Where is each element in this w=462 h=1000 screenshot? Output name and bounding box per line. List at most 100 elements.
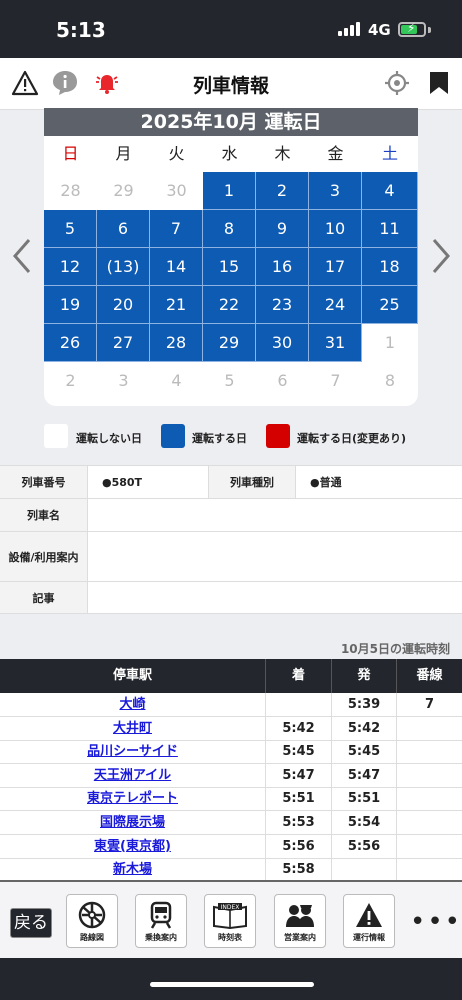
service-info-button[interactable]: 営業案内 [274, 894, 326, 948]
more-menu-icon[interactable]: ••• [410, 909, 462, 935]
calendar-day-running[interactable]: 16 [256, 248, 309, 286]
calendar-day-inactive: 8 [384, 371, 396, 390]
calendar-day-running[interactable]: 25 [362, 286, 418, 324]
arrive-time: 5:47 [266, 763, 332, 788]
station-link[interactable]: 大井町 [0, 716, 266, 741]
track-number [397, 835, 462, 859]
arrive-time: 5:45 [266, 740, 332, 765]
calendar-day-running[interactable]: 31 [309, 324, 362, 362]
prev-month-arrow-icon[interactable] [9, 236, 35, 276]
next-month-arrow-icon[interactable] [428, 236, 454, 276]
calendar-day-running[interactable]: 8 [203, 210, 256, 248]
operation-info-label: 運行情報 [353, 933, 385, 942]
bookmark-icon[interactable] [424, 68, 454, 98]
weekday-header: 日 [44, 136, 97, 172]
notes-label: 記事 [0, 582, 88, 613]
locate-icon[interactable] [382, 68, 412, 98]
track-number [397, 740, 462, 764]
station-link[interactable]: 天王洲アイル [0, 763, 266, 788]
calendar-day-running[interactable]: 24 [309, 286, 362, 324]
calendar-day-running[interactable]: 3 [309, 172, 362, 210]
train-info-table: 列車番号 ●580T 列車種別 ●普通 列車名 設備/利用案内 記事 [0, 465, 462, 614]
timetable-label: 時刻表 [218, 933, 242, 942]
info-row-number: 列車番号 ●580T 列車種別 ●普通 [0, 466, 462, 499]
calendar-day-running[interactable]: 4 [362, 172, 418, 210]
weekday-header: 金 [309, 136, 362, 172]
calendar-day-running[interactable]: 17 [309, 248, 362, 286]
depart-time: 5:42 [332, 716, 397, 741]
timetable-row: 東京テレポート 5:51 5:51 [0, 787, 462, 812]
station-link[interactable]: 東雲(東京都) [0, 834, 266, 859]
arrive-time: 5:42 [266, 716, 332, 741]
arrive-time: 5:51 [266, 787, 332, 812]
calendar-day-running[interactable]: 5 [44, 210, 97, 248]
calendar-day-running[interactable]: 11 [362, 210, 418, 248]
facilities-value [88, 532, 462, 581]
calendar-day-running[interactable]: 10 [309, 210, 362, 248]
depart-time: 5:54 [332, 811, 397, 835]
train-name-value [88, 499, 462, 531]
track-number [397, 787, 462, 811]
station-link[interactable]: 新木場 [0, 858, 266, 880]
legend-label-changed: 運転する日(変更あり) [297, 432, 407, 445]
track-number [397, 858, 462, 880]
track-number [397, 764, 462, 788]
calendar-day-inactive: 2 [65, 371, 76, 390]
calendar-day-running[interactable]: 9 [256, 210, 309, 248]
calendar-day-running[interactable]: (13) [97, 248, 150, 286]
header-track: 番線 [416, 668, 443, 683]
signal-icon [338, 22, 360, 36]
app-header: 列車情報 [0, 58, 462, 110]
calendar-day-running[interactable]: 2 [256, 172, 309, 210]
calendar-day-running[interactable]: 30 [256, 324, 309, 362]
timetable-row: 天王洲アイル 5:47 5:47 [0, 763, 462, 788]
calendar-day-running[interactable]: 21 [150, 286, 203, 324]
route-map-button[interactable]: 路線図 [66, 894, 118, 948]
legend-swatch-changed [266, 424, 290, 448]
calendar-day-running[interactable]: 14 [150, 248, 203, 286]
calendar-day-inactive: 4 [171, 371, 182, 390]
timetable-row: 大崎 5:39 7 [0, 693, 462, 717]
calendar-day-running[interactable]: 18 [362, 248, 418, 286]
header-station: 停車駅 [0, 659, 266, 693]
calendar-day-running[interactable]: 22 [203, 286, 256, 324]
timetable-row: 品川シーサイド 5:45 5:45 [0, 740, 462, 765]
weekday-header: 火 [150, 136, 203, 172]
train-type-label: 列車種別 [208, 466, 296, 498]
timetable-row: 東雲(東京都) 5:56 5:56 [0, 834, 462, 859]
arrive-time: 5:58 [266, 858, 332, 880]
calendar-day-running[interactable]: 27 [97, 324, 150, 362]
calendar-day-running[interactable]: 7 [150, 210, 203, 248]
station-link[interactable]: 大崎 [0, 693, 266, 717]
calendar-day-running[interactable]: 6 [97, 210, 150, 248]
train-icon [136, 901, 186, 929]
route-map-label: 路線図 [80, 933, 104, 942]
calendar-day-running[interactable]: 29 [203, 324, 256, 362]
network-type: 4G [368, 21, 391, 39]
calendar-day-running[interactable]: 15 [203, 248, 256, 286]
station-link[interactable]: 品川シーサイド [0, 740, 266, 765]
legend-label-running: 運転する日 [192, 432, 247, 445]
calendar-day-running[interactable]: 12 [44, 248, 97, 286]
timetable-button[interactable]: INDEX 時刻表 [204, 894, 256, 948]
calendar-day-running[interactable]: 19 [44, 286, 97, 324]
transfer-guide-label: 乗換案内 [145, 933, 177, 942]
transfer-guide-button[interactable]: 乗換案内 [135, 894, 187, 948]
back-button[interactable]: 戻る [10, 908, 52, 938]
home-indicator[interactable] [150, 982, 314, 987]
calendar-day-running[interactable]: 1 [203, 172, 256, 210]
station-link[interactable]: 国際展示場 [0, 811, 266, 835]
calendar-day-running[interactable]: 26 [44, 324, 97, 362]
calendar-day-running[interactable]: 28 [150, 324, 203, 362]
calendar-day-inactive: 30 [166, 181, 187, 200]
calendar-day-running[interactable]: 23 [256, 286, 309, 324]
depart-time: 5:39 [332, 693, 397, 717]
calendar-day-running[interactable]: 20 [97, 286, 150, 324]
depart-time: 5:51 [332, 787, 397, 812]
train-number-label: 列車番号 [0, 466, 88, 498]
station-link[interactable]: 東京テレポート [0, 787, 266, 812]
operation-info-button[interactable]: 運行情報 [343, 894, 395, 948]
facilities-label: 設備/利用案内 [0, 532, 88, 581]
calendar-day-inactive: 5 [224, 371, 235, 390]
calendar-day-inactive: 29 [113, 181, 134, 200]
